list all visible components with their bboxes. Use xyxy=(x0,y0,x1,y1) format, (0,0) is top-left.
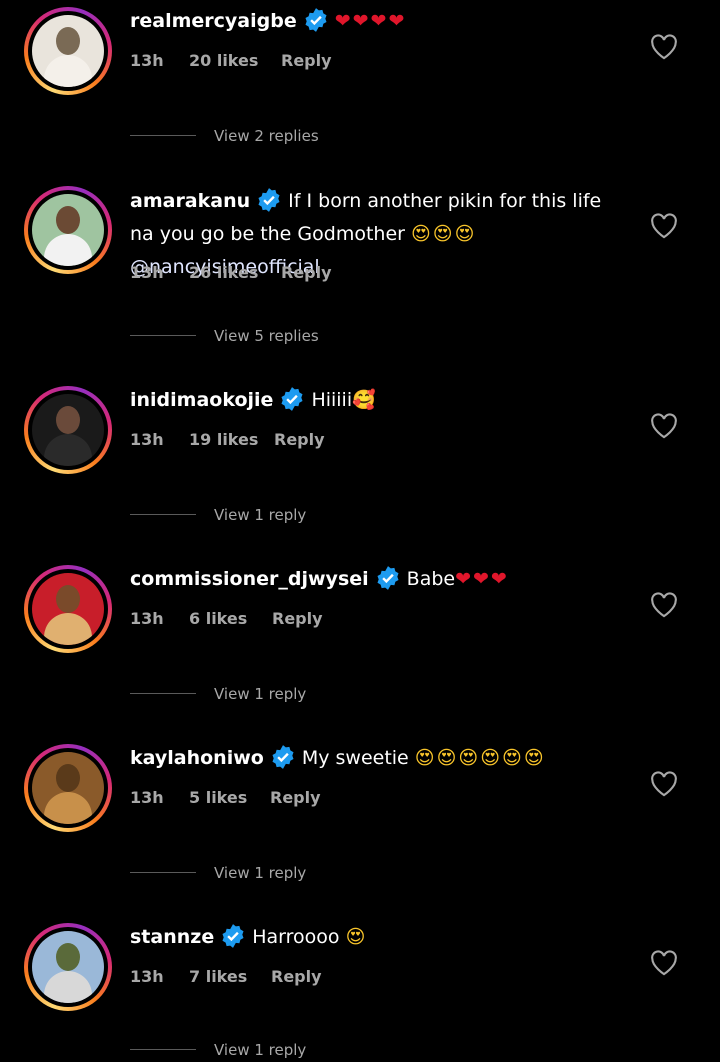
comment-username[interactable]: realmercyaigbe xyxy=(130,10,297,32)
comment-username[interactable]: kaylahoniwo xyxy=(130,747,264,769)
heart-outline-icon[interactable] xyxy=(650,950,678,976)
avatar[interactable] xyxy=(24,565,112,653)
avatar-photo xyxy=(32,194,104,266)
emoji-hearts: ❤❤❤❤ xyxy=(334,10,407,32)
emoji-hearts: ❤❤❤ xyxy=(455,568,509,590)
comment-username[interactable]: stannze xyxy=(130,926,214,948)
comment-time: 13h xyxy=(130,51,164,70)
verified-badge-icon xyxy=(222,924,244,948)
reply-button[interactable]: Reply xyxy=(274,428,325,452)
replies-divider xyxy=(130,1049,196,1050)
emoji-faces: 😍 xyxy=(345,926,368,948)
comment-likes[interactable]: 20 likes xyxy=(189,49,258,73)
comment-body: Harroooo xyxy=(252,926,340,948)
emoji-faces: 🥰 xyxy=(352,389,378,411)
avatar-photo xyxy=(32,931,104,1003)
comment-body: Babe xyxy=(406,568,456,590)
replies-divider xyxy=(130,872,196,873)
comment-likes[interactable]: 5 likes xyxy=(189,786,247,810)
heart-outline-icon[interactable] xyxy=(650,213,678,239)
comment-text: kaylahoniwo My sweetie 😍😍😍😍😍😍 xyxy=(130,742,610,775)
avatar[interactable] xyxy=(24,744,112,832)
comment-time: 13h xyxy=(130,967,164,986)
comment-text: stannze Harroooo 😍 xyxy=(130,921,610,954)
comment-body: My sweetie xyxy=(301,747,409,769)
verified-badge-icon xyxy=(272,745,294,769)
replies-divider xyxy=(130,335,196,336)
avatar-photo xyxy=(32,573,104,645)
comment-time: 13h xyxy=(130,430,164,449)
comment-username[interactable]: amarakanu xyxy=(130,190,250,212)
verified-badge-icon xyxy=(258,188,280,212)
emoji-faces: 😍😍😍 xyxy=(411,223,477,245)
heart-outline-icon[interactable] xyxy=(650,34,678,60)
verified-badge-icon xyxy=(281,387,303,411)
comment-likes[interactable]: 6 likes xyxy=(189,607,247,631)
comment-likes[interactable]: 26 likes xyxy=(189,261,258,285)
heart-outline-icon[interactable] xyxy=(650,592,678,618)
view-replies-label: View 1 reply xyxy=(214,864,307,882)
comment-time: 13h xyxy=(130,609,164,628)
reply-button[interactable]: Reply xyxy=(272,607,323,631)
comment-body: Hiiiii xyxy=(311,389,353,411)
reply-button[interactable]: Reply xyxy=(271,965,322,989)
avatar-photo xyxy=(32,394,104,466)
avatar[interactable] xyxy=(24,923,112,1011)
replies-divider xyxy=(130,693,196,694)
avatar[interactable] xyxy=(24,386,112,474)
view-replies-label: View 1 reply xyxy=(214,506,307,524)
comment-text: inidimaokojie Hiiiii🥰 xyxy=(130,384,610,417)
replies-divider xyxy=(130,135,196,136)
verified-badge-icon xyxy=(377,566,399,590)
avatar-photo xyxy=(32,752,104,824)
heart-outline-icon[interactable] xyxy=(650,771,678,797)
comment-likes[interactable]: 19 likes xyxy=(189,428,258,452)
comment-username[interactable]: inidimaokojie xyxy=(130,389,273,411)
comment-likes[interactable]: 7 likes xyxy=(189,965,247,989)
reply-button[interactable]: Reply xyxy=(270,786,321,810)
comment-time: 13h xyxy=(130,788,164,807)
comment-username[interactable]: commissioner_djwysei xyxy=(130,568,369,590)
comment-text: realmercyaigbe ❤❤❤❤ xyxy=(130,5,610,38)
avatar[interactable] xyxy=(24,7,112,95)
avatar[interactable] xyxy=(24,186,112,274)
avatar-photo xyxy=(32,15,104,87)
reply-button[interactable]: Reply xyxy=(281,49,332,73)
view-replies-label: View 5 replies xyxy=(214,327,319,345)
comment-text: commissioner_djwysei Babe❤❤❤ xyxy=(130,563,610,596)
heart-outline-icon[interactable] xyxy=(650,413,678,439)
replies-divider xyxy=(130,514,196,515)
verified-badge-icon xyxy=(305,8,327,32)
view-replies-label: View 2 replies xyxy=(214,127,319,145)
reply-button[interactable]: Reply xyxy=(281,261,332,285)
view-replies-label: View 1 reply xyxy=(214,685,307,703)
emoji-faces: 😍😍😍😍😍😍 xyxy=(414,747,546,769)
view-replies-label: View 1 reply xyxy=(214,1041,307,1059)
comment-time: 13h xyxy=(130,263,164,282)
